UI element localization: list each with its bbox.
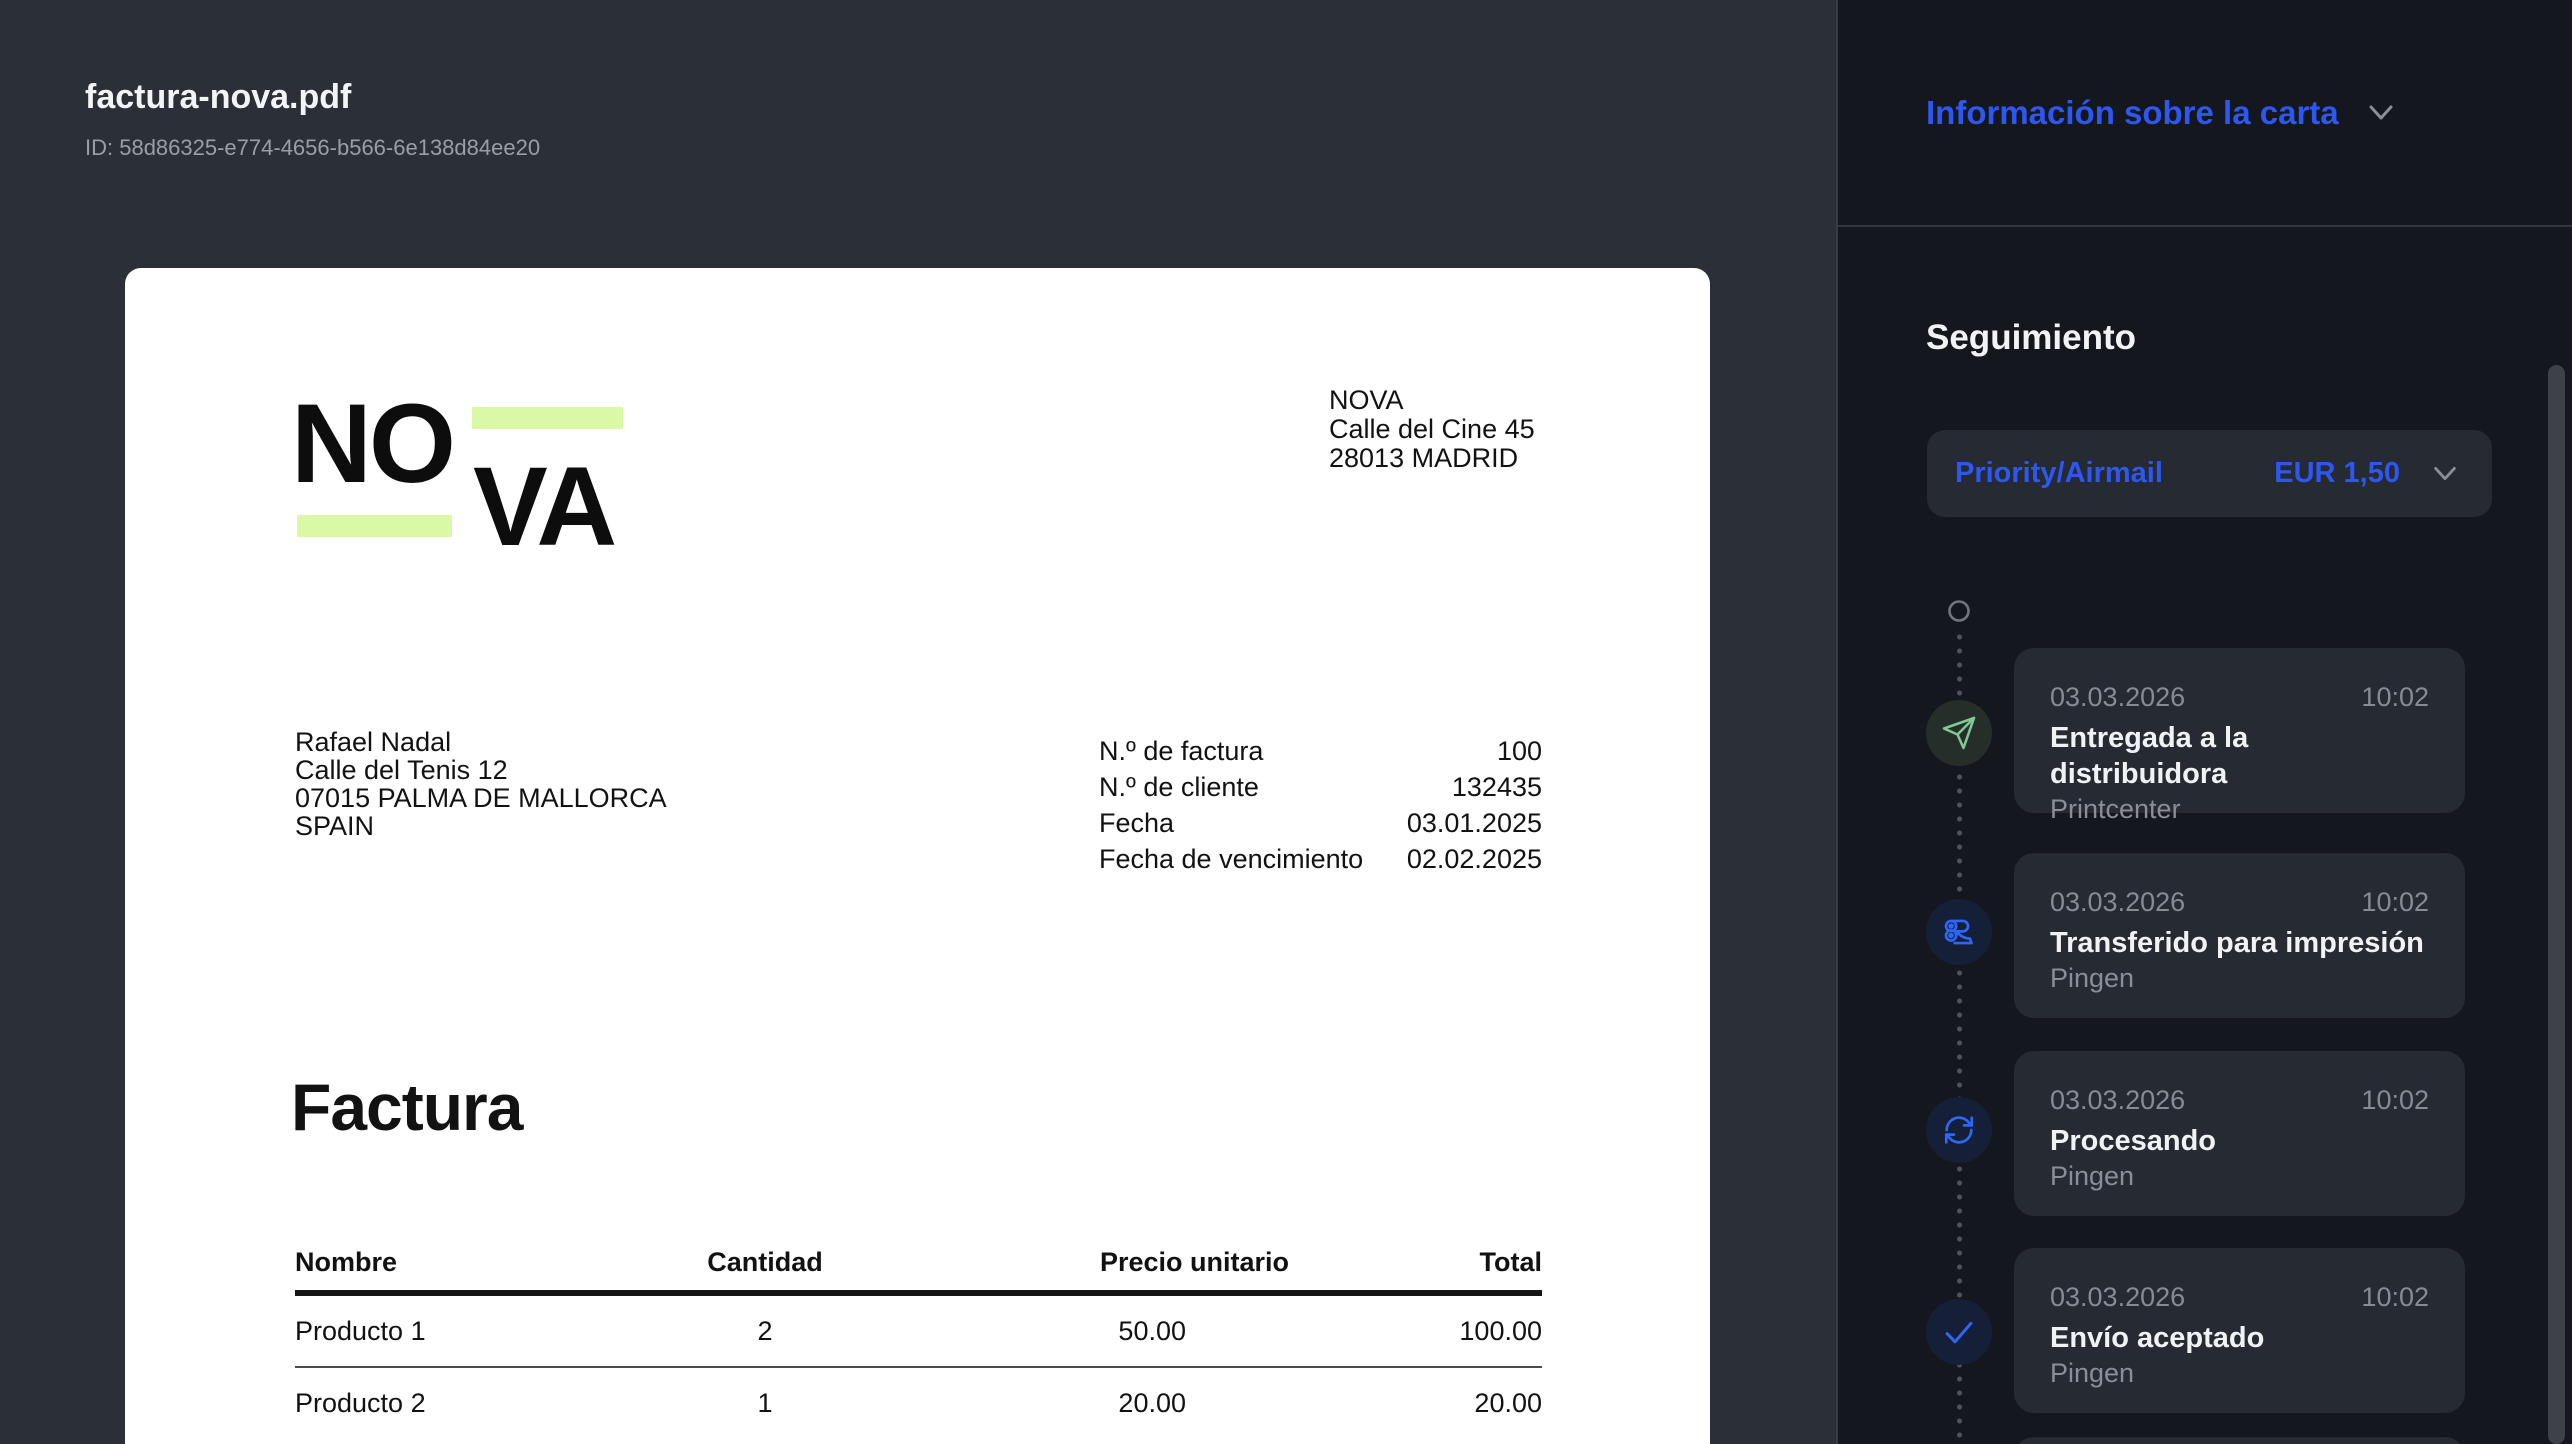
event-title: Procesando [2050,1123,2429,1159]
postage-dropdown[interactable]: Priority/Airmail EUR 1,50 [1927,430,2492,517]
timeline-card: 03.03.2026 10:02 Transferido para impres… [2014,853,2465,1018]
postage-price: EUR 1,50 [2274,457,2400,490]
pdf-preview-page[interactable]: NO VA NOVA Calle del Cine 45 28013 MADRI… [125,268,1710,1444]
event-date: 03.03.2026 [2050,885,2185,919]
meta-row: Fecha 03.01.2025 [1099,805,1542,841]
event-time: 10:02 [2361,1280,2429,1314]
event-source: Pingen [2050,1159,2429,1193]
event-source: Printcenter [2050,792,2429,826]
event-source: Pingen [2050,1356,2429,1390]
meta-row: N.º de factura 100 [1099,733,1542,769]
sender-address: NOVA Calle del Cine 45 28013 MADRID [1329,386,1535,473]
sidebar-scrollbar[interactable] [2548,365,2565,1444]
sync-icon [1926,1097,1992,1163]
letter-sidebar: Información sobre la carta Seguimiento P… [1836,0,2572,1444]
timeline-card: 03.03.2026 10:02 Procesando Pingen [2014,1051,2465,1216]
event-title: Entregada a la distribuidora [2050,720,2429,792]
invoice-table: Nombre Cantidad Precio unitario Total Pr… [295,1240,1542,1438]
check-icon [1926,1299,1992,1365]
meta-row: Fecha de vencimiento 02.02.2025 [1099,841,1542,877]
print-roller-icon [1926,899,1992,965]
timeline-card: 03.03.2026 10:02 Envío aceptado Pingen [2014,1248,2465,1413]
file-id: ID: 58d86325-e774-4656-b566-6e138d84ee20 [85,134,540,162]
page-title: factura-nova.pdf [85,75,351,119]
send-icon [1926,700,1992,766]
letter-info-toggle-label: Información sobre la carta [1926,94,2339,132]
invoice-meta: N.º de factura 100 N.º de cliente 132435… [1099,733,1542,877]
nova-logo-bar-top [472,407,623,429]
table-header-row: Nombre Cantidad Precio unitario Total [295,1240,1542,1284]
chevron-down-icon [2361,97,2401,129]
timeline-start-marker [1942,596,1976,630]
nova-logo-part1: NO [291,388,453,500]
chevron-down-icon [2426,459,2464,489]
timeline-card: 03.03.2026 10:02 Entregada a la distribu… [2014,648,2465,813]
letter-info-toggle[interactable]: Información sobre la carta [1838,0,2572,227]
letter-detail-view: factura-nova.pdf ID: 58d86325-e774-4656-… [0,0,2572,1444]
event-title: Envío aceptado [2050,1320,2429,1356]
meta-row: N.º de cliente 132435 [1099,769,1542,805]
event-time: 10:02 [2361,885,2429,919]
event-title: Transferido para impresión [2050,925,2429,961]
event-date: 03.03.2026 [2050,1280,2185,1314]
nova-logo-bar-bottom [297,515,452,537]
event-source: Pingen [2050,961,2429,995]
postage-method: Priority/Airmail [1955,457,2163,490]
event-date: 03.03.2026 [2050,680,2185,714]
nova-logo-part2: VA [473,451,614,563]
event-time: 10:02 [2361,1083,2429,1117]
tracking-section-title: Seguimiento [1926,318,2136,358]
table-row: Producto 1 2 50.00 100.00 [295,1296,1542,1366]
timeline-card-partial [2014,1437,2465,1444]
event-date: 03.03.2026 [2050,1083,2185,1117]
recipient-address: Rafael Nadal Calle del Tenis 12 07015 PA… [295,728,667,840]
invoice-title: Factura [291,1068,522,1147]
event-time: 10:02 [2361,680,2429,714]
table-row: Producto 2 1 20.00 20.00 [295,1368,1542,1438]
